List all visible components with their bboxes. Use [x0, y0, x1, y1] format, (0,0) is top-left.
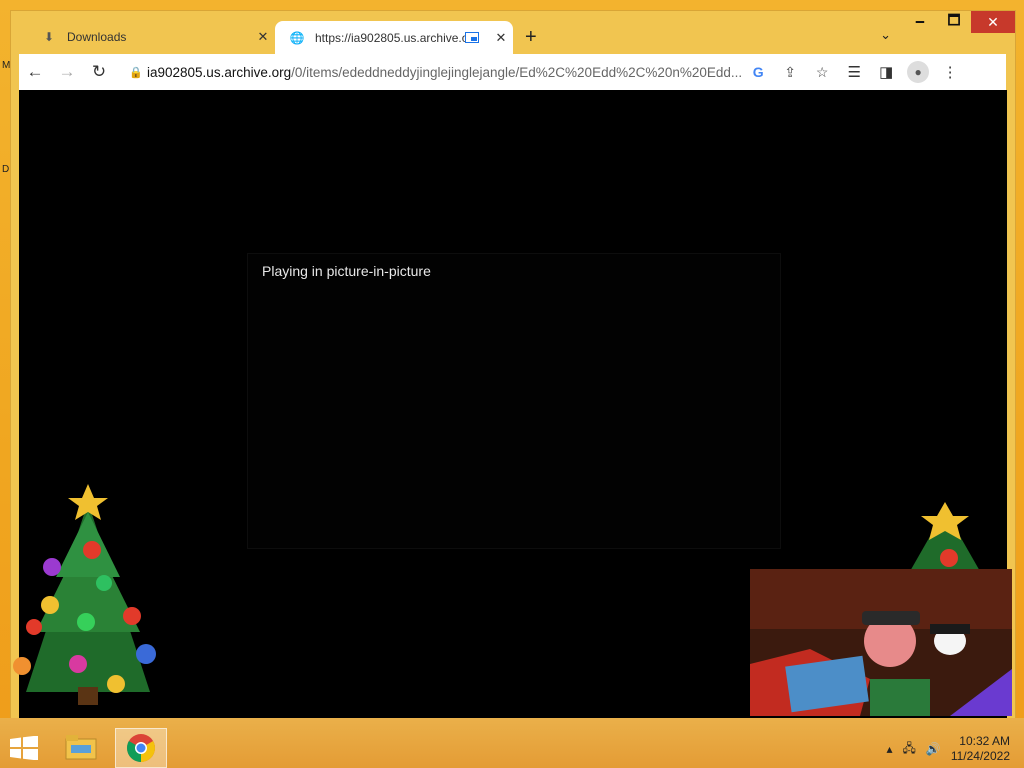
chevron-down-icon[interactable]: ⌄: [880, 27, 891, 43]
reload-button[interactable]: ↻: [83, 62, 115, 82]
windows-start-icon[interactable]: [10, 736, 38, 760]
system-tray: ▴ 🖧 🔊 10:32 AM 11/24/2022: [886, 734, 1010, 764]
new-tab-button[interactable]: +: [525, 26, 537, 49]
url-text: ia902805.us.archive.org/0/items/ededdned…: [147, 65, 742, 80]
forward-button[interactable]: →: [51, 62, 83, 82]
taskbar: ▴ 🖧 🔊 10:32 AM 11/24/2022: [0, 718, 1024, 768]
address-bar[interactable]: 🔒 ia902805.us.archive.org/0/items/ededdn…: [123, 57, 839, 87]
tab-close-icon[interactable]: ✕: [251, 29, 275, 45]
volume-icon[interactable]: 🔊: [926, 742, 941, 756]
pip-status-text: Playing in picture-in-picture: [262, 263, 431, 279]
menu-icon[interactable]: ⋮: [934, 63, 966, 81]
file-explorer-icon[interactable]: [56, 728, 106, 766]
chevron-up-icon[interactable]: ▴: [886, 742, 892, 756]
url-host: ia902805.us.archive.org: [147, 64, 292, 80]
download-icon: ⬇: [43, 30, 55, 44]
pip-video-window[interactable]: [750, 569, 1012, 716]
clock[interactable]: 10:32 AM 11/24/2022: [951, 734, 1010, 764]
back-button[interactable]: ←: [19, 62, 51, 82]
share-icon[interactable]: ⇪: [774, 64, 806, 81]
tab-close-icon[interactable]: ✕: [489, 30, 513, 46]
clock-time: 10:32 AM: [959, 734, 1010, 748]
christmas-tree-left: [13, 484, 156, 705]
google-lens-icon[interactable]: G: [742, 64, 774, 80]
chrome-icon[interactable]: [115, 728, 167, 768]
christmas-tree-right: [905, 502, 985, 580]
folder-icon: [65, 735, 97, 760]
tab-label: Downloads: [67, 30, 127, 44]
video-placeholder[interactable]: Playing in picture-in-picture: [247, 253, 781, 549]
profile-icon[interactable]: ●: [907, 61, 930, 83]
tab-downloads[interactable]: ⬇ Downloads ✕: [27, 20, 275, 54]
tab-label: https://ia902805.us.archive.org/0/items/…: [315, 30, 465, 45]
clock-date: 11/24/2022: [950, 749, 1010, 763]
desktop-side-label: D: [2, 164, 10, 175]
side-panel-icon[interactable]: ◨: [870, 63, 902, 81]
reading-list-icon[interactable]: ☰: [838, 63, 870, 81]
tab-archive[interactable]: 🌐 https://ia902805.us.archive.org/0/item…: [275, 21, 513, 54]
lock-icon[interactable]: 🔒: [125, 66, 147, 79]
picture-in-picture-icon: [465, 32, 479, 43]
chrome-logo-icon: [127, 734, 155, 762]
globe-icon: 🌐: [289, 30, 305, 45]
toolbar: ← → ↻ 🔒 ia902805.us.archive.org/0/items/…: [19, 54, 1006, 90]
network-icon[interactable]: 🖧: [902, 739, 915, 760]
star-icon[interactable]: ☆: [806, 64, 838, 81]
url-path: /0/items/ededdneddyjinglejinglejangle/Ed…: [291, 64, 743, 80]
